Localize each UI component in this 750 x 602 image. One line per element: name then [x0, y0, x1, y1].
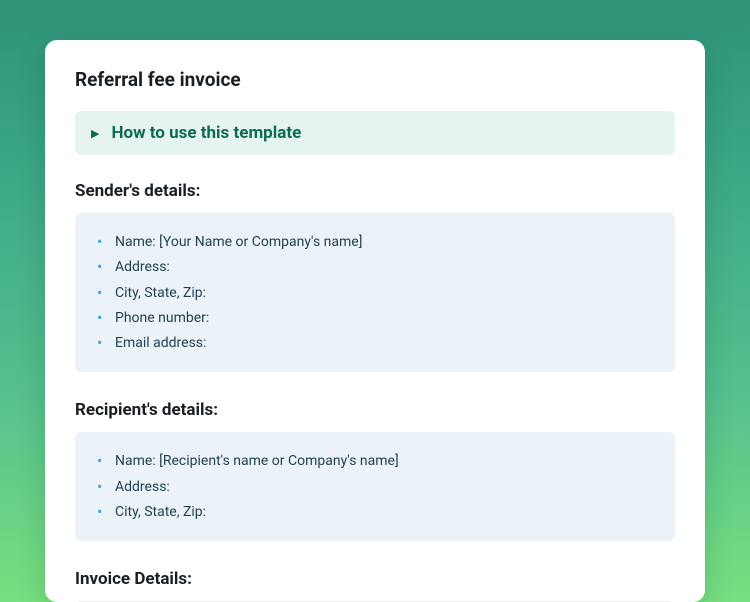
howto-label: How to use this template — [111, 123, 301, 143]
list-item: Name: [Recipient's name or Company's nam… — [93, 451, 657, 471]
sender-details-block: Name: [Your Name or Company's name] Addr… — [75, 213, 675, 372]
section-heading-sender: Sender's details: — [75, 181, 675, 201]
page-title: Referral fee invoice — [75, 68, 675, 91]
list-item: City, State, Zip: — [93, 502, 657, 522]
list-item: Phone number: — [93, 308, 657, 328]
section-heading-invoice: Invoice Details: — [75, 569, 675, 589]
list-item: Address: — [93, 477, 657, 497]
list-item: Address: — [93, 257, 657, 277]
section-heading-recipient: Recipient's details: — [75, 400, 675, 420]
list-item: City, State, Zip: — [93, 283, 657, 303]
document-card: Referral fee invoice ▶ How to use this t… — [45, 40, 705, 602]
howto-toggle[interactable]: ▶ How to use this template — [75, 111, 675, 155]
list-item: Email address: — [93, 333, 657, 353]
caret-right-icon: ▶ — [91, 128, 99, 139]
list-item: Name: [Your Name or Company's name] — [93, 232, 657, 252]
recipient-details-block: Name: [Recipient's name or Company's nam… — [75, 432, 675, 541]
